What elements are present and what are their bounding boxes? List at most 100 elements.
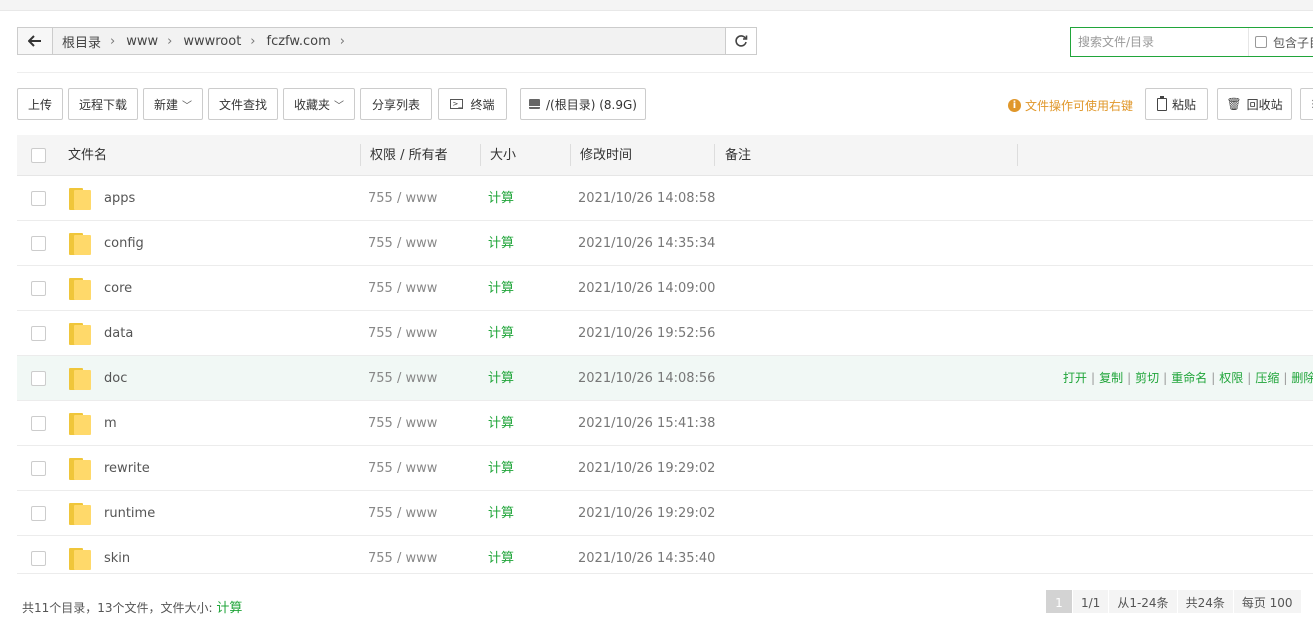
breadcrumb-wwwroot[interactable]: wwwroot (183, 34, 241, 49)
table-bottom-border (17, 573, 1313, 574)
table-row[interactable]: skin 755 / www 计算 2021/10/26 14:35:40 (17, 536, 1313, 581)
table-row[interactable]: doc 755 / www 计算 2021/10/26 14:08:56 打开 |… (17, 356, 1313, 401)
file-permission[interactable]: 755 / www (368, 176, 437, 220)
more-button[interactable]: ⋮ (1300, 88, 1313, 120)
row-checkbox[interactable] (31, 506, 46, 521)
refresh-icon (735, 35, 748, 47)
total-size-calc[interactable]: 计算 (216, 601, 242, 616)
row-checkbox[interactable] (31, 461, 46, 476)
breadcrumb-site[interactable]: fczfw.com (267, 34, 331, 49)
upload-button[interactable]: 上传 (17, 88, 63, 120)
table-row[interactable]: rewrite 755 / www 计算 2021/10/26 19:29:02 (17, 446, 1313, 491)
breadcrumb-www[interactable]: www (126, 34, 158, 49)
file-size-calc[interactable]: 计算 (488, 491, 514, 535)
file-permission[interactable]: 755 / www (368, 266, 437, 310)
table-row[interactable]: data 755 / www 计算 2021/10/26 19:52:56 (17, 311, 1313, 356)
recycle-bin-button[interactable]: 🗑 回收站 (1217, 88, 1292, 120)
file-name[interactable]: m (104, 401, 117, 445)
terminal-label: 终端 (470, 97, 495, 112)
file-mtime: 2021/10/26 14:08:56 (578, 371, 716, 386)
compress-action[interactable]: 压缩 (1255, 371, 1279, 385)
file-name[interactable]: rewrite (104, 446, 150, 490)
paste-button[interactable]: 粘贴 (1145, 88, 1208, 120)
column-divider (480, 144, 481, 166)
file-size-calc[interactable]: 计算 (488, 266, 514, 310)
rename-action[interactable]: 重命名 (1171, 371, 1207, 385)
refresh-button[interactable] (725, 28, 756, 54)
file-size-calc[interactable]: 计算 (488, 401, 514, 445)
path-bar: 根目录 › www › wwwroot › fczfw.com › (17, 27, 757, 55)
row-checkbox[interactable] (31, 236, 46, 251)
chevron-down-icon: ﹀ (334, 100, 344, 112)
file-size-calc[interactable]: 计算 (488, 311, 514, 355)
table-row[interactable]: config 755 / www 计算 2021/10/26 14:35:34 (17, 221, 1313, 266)
chevron-down-icon: ﹀ (182, 100, 192, 112)
file-permission[interactable]: 755 / www (368, 356, 437, 400)
file-permission[interactable]: 755 / www (368, 491, 437, 535)
file-name[interactable]: runtime (104, 491, 155, 535)
back-button[interactable] (18, 28, 53, 54)
folder-icon (69, 413, 93, 435)
table-row[interactable]: core 755 / www 计算 2021/10/26 14:09:00 (17, 266, 1313, 311)
row-checkbox[interactable] (31, 371, 46, 386)
chevron-right-icon: › (250, 33, 256, 49)
row-checkbox[interactable] (31, 281, 46, 296)
table-row[interactable]: runtime 755 / www 计算 2021/10/26 19:29:02 (17, 491, 1313, 536)
file-permission[interactable]: 755 / www (368, 401, 437, 445)
include-subdir-checkbox[interactable] (1255, 36, 1267, 48)
open-action[interactable]: 打开 (1063, 371, 1087, 385)
column-header-mtime[interactable]: 修改时间 (580, 135, 632, 175)
breadcrumb-root[interactable]: 根目录 (62, 32, 101, 51)
row-checkbox[interactable] (31, 326, 46, 341)
row-actions: 打开|复制|剪切|重命名|权限|压缩|删除| (1063, 356, 1313, 400)
column-header-perm[interactable]: 权限 / 所有者 (370, 135, 448, 175)
file-permission[interactable]: 755 / www (368, 221, 437, 265)
recycle-bin-label: 回收站 (1246, 97, 1283, 112)
column-header-name[interactable]: 文件名 (68, 135, 107, 175)
copy-action[interactable]: 复制 (1099, 371, 1123, 385)
file-name[interactable]: data (104, 311, 133, 355)
file-permission[interactable]: 755 / www (368, 446, 437, 490)
file-name[interactable]: config (104, 221, 144, 265)
column-header-size[interactable]: 大小 (490, 135, 516, 175)
favorites-label: 收藏夹 (293, 97, 330, 112)
favorites-dropdown-button[interactable]: 收藏夹 ﹀ (283, 88, 355, 120)
table-header: 文件名 权限 / 所有者 大小 修改时间 备注 (17, 135, 1313, 176)
cut-action[interactable]: 剪切 (1135, 371, 1159, 385)
table-row[interactable]: m 755 / www 计算 2021/10/26 15:41:38 (17, 401, 1313, 446)
file-search-button[interactable]: 文件查找 (208, 88, 278, 120)
permission-action[interactable]: 权限 (1219, 371, 1243, 385)
select-all-checkbox[interactable] (31, 148, 46, 163)
new-dropdown-button[interactable]: 新建 ﹀ (143, 88, 203, 120)
file-size-calc[interactable]: 计算 (488, 356, 514, 400)
terminal-button[interactable]: >_ 终端 (438, 88, 507, 120)
share-list-button[interactable]: 分享列表 (360, 88, 432, 120)
row-checkbox[interactable] (31, 551, 46, 566)
disk-button[interactable]: /(根目录) (8.9G) (520, 88, 646, 120)
page-size-select[interactable]: 每页 100 (1232, 590, 1301, 613)
file-name[interactable]: core (104, 266, 132, 310)
row-checkbox[interactable] (31, 191, 46, 206)
remote-download-button[interactable]: 远程下载 (68, 88, 138, 120)
folder-icon (69, 188, 93, 210)
file-size-calc[interactable]: 计算 (488, 446, 514, 490)
include-subdir-toggle[interactable]: 包含子目 (1248, 28, 1313, 56)
page-current[interactable]: 1 (1045, 590, 1072, 613)
row-checkbox[interactable] (31, 416, 46, 431)
delete-action[interactable]: 删除 (1291, 371, 1313, 385)
info-icon: i (1008, 99, 1021, 112)
file-name[interactable]: doc (104, 356, 127, 400)
directory-summary: 共11个目录，13个文件，文件大小: 计算 (22, 597, 242, 616)
table-row[interactable]: apps 755 / www 计算 2021/10/26 14:08:58 (17, 176, 1313, 221)
chevron-right-icon: › (167, 33, 173, 49)
include-subdir-label: 包含子目 (1273, 35, 1313, 50)
file-size-calc[interactable]: 计算 (488, 221, 514, 265)
search-input[interactable] (1071, 28, 1248, 56)
file-name[interactable]: apps (104, 176, 135, 220)
file-size-calc[interactable]: 计算 (488, 176, 514, 220)
top-strip (0, 0, 1313, 11)
divider (17, 72, 1313, 73)
file-permission[interactable]: 755 / www (368, 311, 437, 355)
file-mtime: 2021/10/26 19:52:56 (578, 326, 716, 341)
page-count: 1/1 (1072, 590, 1109, 613)
